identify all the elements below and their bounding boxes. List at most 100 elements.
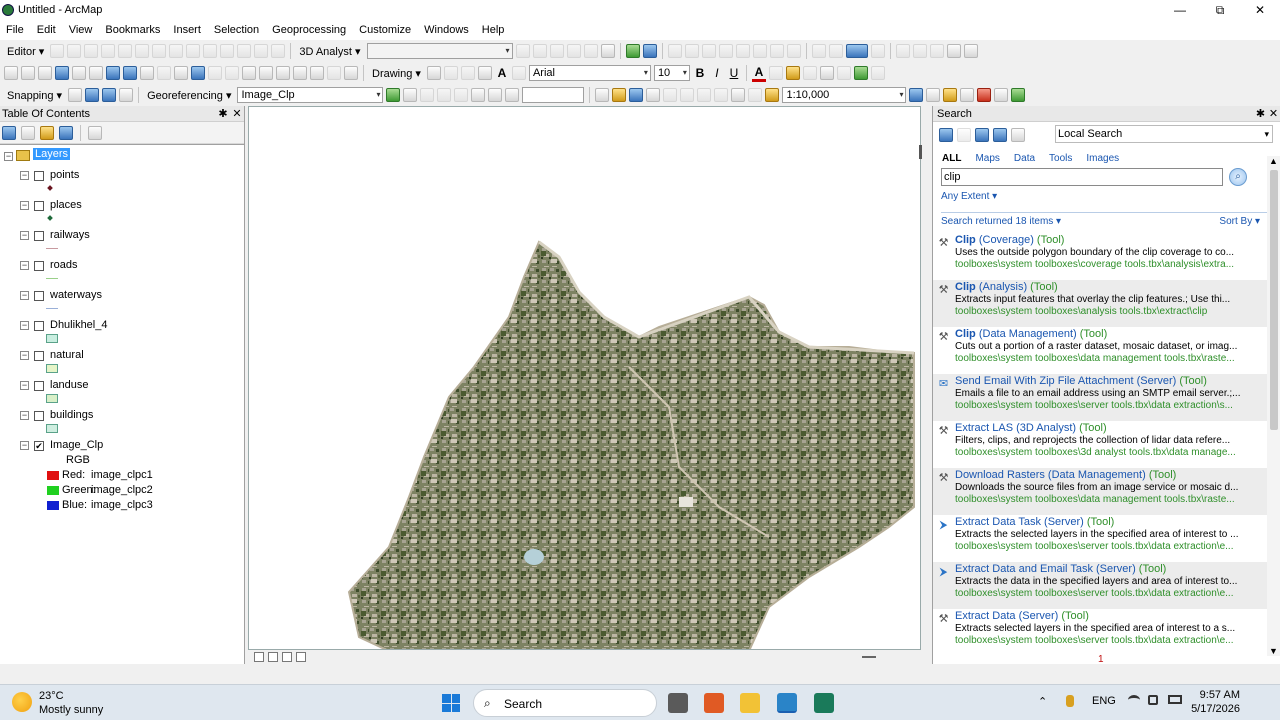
fill-bucket-icon[interactable] <box>785 66 800 80</box>
refresh-button[interactable] <box>282 652 292 662</box>
result-path[interactable]: toolboxes\system toolboxes\server tools.… <box>955 400 1267 411</box>
align-left-icon[interactable] <box>667 44 682 58</box>
layer-visibility-checkbox[interactable] <box>34 171 44 181</box>
3d-analyst-layer-combo[interactable]: ▾ <box>366 43 513 59</box>
tab-maps[interactable]: Maps <box>975 153 999 164</box>
layer-visibility-checkbox[interactable] <box>34 201 44 211</box>
search-window-icon[interactable] <box>960 88 975 102</box>
cut-polygons-icon[interactable] <box>186 44 201 58</box>
viewer-icon[interactable] <box>488 88 503 102</box>
speaker-icon[interactable] <box>1148 695 1158 705</box>
result-title[interactable]: Extract Data Task (Server) (Tool) <box>955 516 1114 528</box>
pause-drawing-button[interactable] <box>296 652 306 662</box>
menu-geoprocessing[interactable]: Geoprocessing <box>272 24 346 36</box>
layer-visibility-checkbox[interactable] <box>34 351 44 361</box>
windows-start-icon[interactable] <box>442 694 460 712</box>
back-arrow-icon[interactable] <box>939 128 953 142</box>
home-icon[interactable] <box>975 128 989 142</box>
sketch-properties-icon[interactable] <box>254 44 269 58</box>
clock-date[interactable]: 5/17/2026 <box>1191 703 1240 715</box>
model-builder-icon[interactable] <box>1011 88 1026 102</box>
point-icon[interactable] <box>135 44 150 58</box>
3d-analyst-menu-button[interactable]: 3D Analyst ▾ <box>296 45 363 58</box>
select-elements-arrow-icon[interactable] <box>174 66 188 80</box>
minimize-button[interactable]: — <box>1160 0 1200 20</box>
map-view[interactable] <box>248 106 921 650</box>
layer-collapse-toggle[interactable]: − <box>20 381 29 390</box>
align-middle-icon[interactable] <box>735 44 750 58</box>
attributes-icon[interactable] <box>237 44 252 58</box>
layer-collapse-toggle[interactable]: − <box>20 261 29 270</box>
arcglobe-icon[interactable] <box>642 44 657 58</box>
results-page-number[interactable]: 1 <box>1098 654 1104 665</box>
result-title[interactable]: Clip (Analysis) (Tool) <box>955 281 1058 293</box>
refresh-index-icon[interactable] <box>993 128 1007 142</box>
rotate-element-icon[interactable] <box>443 66 458 80</box>
ungroup-icon[interactable] <box>828 44 843 58</box>
layer-name-dhulikhel_4[interactable]: Dhulikhel_4 <box>50 319 107 331</box>
snapping-menu-button[interactable]: Snapping ▾ <box>4 89 65 102</box>
sort-by-link[interactable]: Sort By ▾ <box>1219 216 1260 227</box>
list-by-selection-icon[interactable] <box>59 125 73 140</box>
search-result-item[interactable]: ⚒ Clip (Analysis) (Tool) Extracts input fe… <box>933 280 1267 327</box>
menu-windows[interactable]: Windows <box>424 24 469 36</box>
rotate-georef-icon[interactable] <box>386 88 401 102</box>
catalog-icon[interactable] <box>943 88 958 102</box>
edge-snapping-icon[interactable] <box>119 88 134 102</box>
search-result-item[interactable]: ⮞ Extract Data and Email Task (Server) (T… <box>933 562 1267 609</box>
layer-collapse-toggle[interactable]: − <box>20 291 29 300</box>
search-input[interactable]: clip <box>941 168 1223 186</box>
redo-icon[interactable] <box>748 88 763 102</box>
interpolate-line-icon[interactable] <box>583 44 598 58</box>
identify-icon[interactable] <box>191 66 205 80</box>
python-window-icon[interactable] <box>994 88 1009 102</box>
search-result-item[interactable]: ⚒ Clip (Coverage) (Tool) Uses the outside … <box>933 233 1267 280</box>
profile-graph-icon[interactable] <box>600 44 615 58</box>
menu-insert[interactable]: Insert <box>173 24 201 36</box>
line-color-dropdown-icon[interactable] <box>836 66 851 80</box>
refresh-view-icon[interactable] <box>929 44 944 58</box>
align-right-icon[interactable] <box>701 44 716 58</box>
vertex-snapping-icon[interactable] <box>102 88 117 102</box>
layer-name-roads[interactable]: roads <box>50 259 78 271</box>
search-result-item[interactable]: ⚒ Extract Data (Server) (Tool) Extracts se… <box>933 609 1267 650</box>
layer-name-railways[interactable]: railways <box>50 229 90 241</box>
task-view-icon[interactable] <box>668 693 688 713</box>
edit-tool-icon[interactable] <box>50 44 65 58</box>
layer-collapse-toggle[interactable]: − <box>20 201 29 210</box>
extent-filter-link[interactable]: Any Extent ▾ <box>941 191 997 202</box>
layer-visibility-checkbox[interactable] <box>34 381 44 391</box>
html-popup-icon[interactable] <box>225 66 239 80</box>
clock-time[interactable]: 9:57 AM <box>1200 689 1240 701</box>
create-viewer-window-icon[interactable] <box>327 66 341 80</box>
search-result-item[interactable]: ⚒ Extract LAS (3D Analyst) (Tool) Filters,… <box>933 421 1267 468</box>
end-snapping-icon[interactable] <box>85 88 100 102</box>
copy-icon[interactable] <box>680 88 695 102</box>
pin-icon[interactable]: ✱ <box>1254 107 1267 120</box>
weather-temperature[interactable]: 23°C <box>39 690 64 702</box>
align-bottom-icon[interactable] <box>752 44 767 58</box>
text-tool-icon[interactable]: A <box>495 66 509 80</box>
go-back-extent-icon[interactable] <box>106 66 120 80</box>
endpoint-arc-icon[interactable] <box>101 44 116 58</box>
map-scale-combo[interactable]: 1:10,000 ▾ <box>782 87 907 103</box>
line-of-sight-icon[interactable] <box>549 44 564 58</box>
font-color-icon[interactable]: A <box>751 65 766 82</box>
file-explorer-icon[interactable] <box>740 693 760 713</box>
terminal-taskbar-icon[interactable] <box>814 693 834 713</box>
toc-options-icon[interactable] <box>88 125 102 140</box>
language-indicator[interactable]: ENG <box>1092 695 1116 707</box>
align-center-icon[interactable] <box>684 44 699 58</box>
tab-tools[interactable]: Tools <box>1049 153 1072 164</box>
distribute-horizontal-icon[interactable] <box>769 44 784 58</box>
fill-color-icon[interactable] <box>845 44 868 58</box>
maximize-button[interactable]: ⧉ <box>1200 0 1240 20</box>
new-document-icon[interactable] <box>595 88 610 102</box>
result-path[interactable]: toolboxes\system toolboxes\3d analyst to… <box>955 447 1267 458</box>
layer-collapse-toggle[interactable]: − <box>20 231 29 240</box>
font-size-combo[interactable]: 10 ▾ <box>653 65 690 81</box>
interpolate-point-icon[interactable] <box>566 44 581 58</box>
result-path[interactable]: toolboxes\system toolboxes\server tools.… <box>955 541 1267 552</box>
rotate-cw-icon[interactable] <box>505 88 520 102</box>
result-title[interactable]: Extract Data and Email Task (Server) (To… <box>955 563 1166 575</box>
